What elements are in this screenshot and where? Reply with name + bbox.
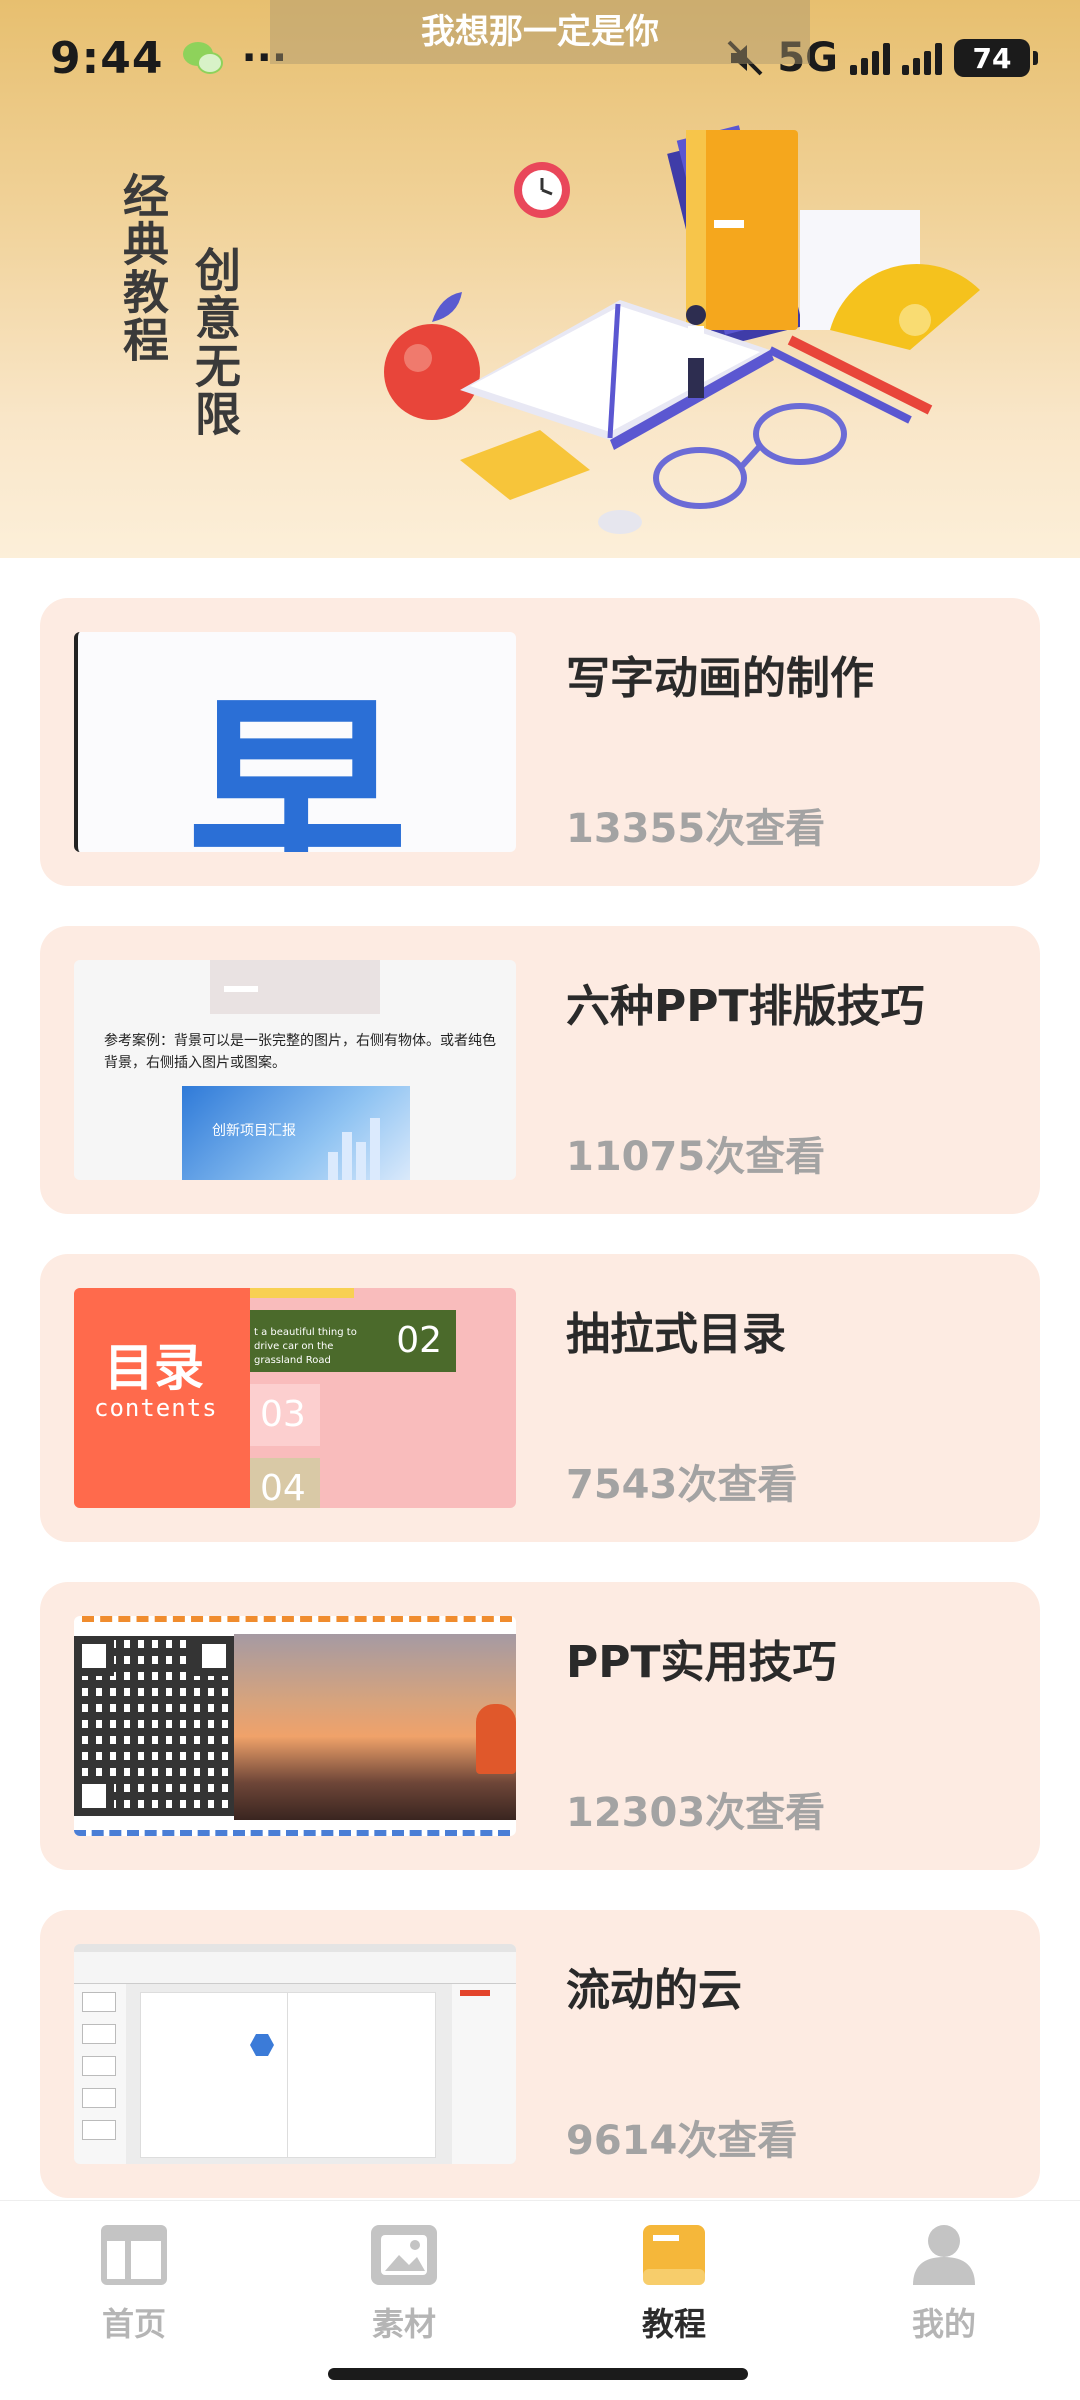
thumb-text: 参考案例：背景可以是一张完整的图片，右侧有物体。或者纯色背景，右侧插入图片或图案…	[104, 1033, 496, 1071]
slogan-left: 经典教程	[116, 172, 170, 364]
tab-home[interactable]: 首页	[54, 2221, 214, 2351]
music-toast: 我想那一定是你	[270, 0, 810, 64]
tutorial-thumbnail: 参考案例：背景可以是一张完整的图片，右侧有物体。或者纯色背景，右侧插入图片或图案…	[74, 960, 516, 1180]
tutorial-card[interactable]: 早 写字动画的制作 13355次查看	[40, 598, 1040, 886]
thumb-glyph: 早	[186, 674, 407, 852]
home-layout-icon	[101, 2225, 167, 2285]
tutorial-card[interactable]: 流动的云 9614次查看	[40, 1910, 1040, 2198]
thumb-caption: 创新项目汇报	[212, 1123, 296, 1139]
battery-icon: 74	[954, 39, 1038, 77]
tab-label: 素材	[371, 2305, 436, 2343]
tutorial-views: 12303次查看	[566, 1790, 826, 1836]
thumb-tab	[210, 960, 380, 1014]
tab-label: 教程	[641, 2305, 706, 2343]
tab-profile[interactable]: 我的	[864, 2221, 1024, 2351]
tutorial-list: 早 写字动画的制作 13355次查看 参考案例：背景可以是一张完整的图片，右侧有…	[40, 598, 1040, 2238]
slogan-right: 创意无限	[188, 246, 242, 438]
study-illustration	[384, 125, 980, 534]
tutorial-title: 写字动画的制作	[566, 653, 874, 704]
tutorial-views: 7543次查看	[566, 1462, 798, 1508]
signal-icon-2	[902, 41, 942, 75]
home-indicator[interactable]	[328, 2368, 748, 2380]
tutorial-card[interactable]: 参考案例：背景可以是一张完整的图片，右侧有物体。或者纯色背景，右侧插入图片或图案…	[40, 926, 1040, 1214]
tutorial-views: 9614次查看	[566, 2118, 798, 2164]
tutorial-card[interactable]: PPT实用技巧 12303次查看	[40, 1582, 1040, 1870]
wechat-icon	[183, 40, 225, 76]
thumb-line: t a beautiful thing to drive car on the …	[254, 1327, 357, 1366]
tutorial-thumbnail	[74, 1616, 516, 1836]
image-icon	[371, 2225, 437, 2285]
person-icon	[913, 2225, 975, 2285]
tab-label: 首页	[101, 2305, 166, 2343]
status-time: 9:44	[50, 32, 164, 84]
tab-materials[interactable]: 素材	[324, 2221, 484, 2351]
tutorial-thumbnail: 目录 contents t a beautiful thing to drive…	[74, 1288, 516, 1508]
thumb-sub: contents	[94, 1394, 218, 1422]
thumb-slide-image: 创新项目汇报	[182, 1086, 410, 1180]
sunset-photo	[234, 1634, 516, 1820]
tutorial-thumbnail	[74, 1944, 516, 2164]
qr-code-image	[74, 1636, 234, 1816]
tutorial-title: 抽拉式目录	[566, 1309, 786, 1360]
thumb-n04: 04	[260, 1468, 306, 1508]
tutorial-thumbnail: 早	[74, 632, 516, 852]
signal-icon	[850, 41, 890, 75]
tutorial-views: 11075次查看	[566, 1134, 826, 1180]
header-banner: 9:44 ··· 5G 74 我想那一定是你 经典教程 创意无限	[0, 0, 1080, 558]
battery-level: 74	[972, 41, 1012, 75]
tutorial-card[interactable]: 目录 contents t a beautiful thing to drive…	[40, 1254, 1040, 1542]
tab-label: 我的	[911, 2305, 976, 2343]
book-icon	[643, 2225, 705, 2285]
tutorial-title: 六种PPT排版技巧	[566, 981, 925, 1032]
tutorial-title: 流动的云	[566, 1965, 742, 2016]
thumb-n02: 02	[396, 1320, 442, 1361]
tutorial-views: 13355次查看	[566, 806, 826, 852]
thumb-n03: 03	[260, 1394, 306, 1435]
tab-tutorials[interactable]: 教程	[594, 2221, 754, 2351]
thumb-heading: 目录	[104, 1339, 204, 1397]
tutorial-title: PPT实用技巧	[566, 1637, 837, 1688]
